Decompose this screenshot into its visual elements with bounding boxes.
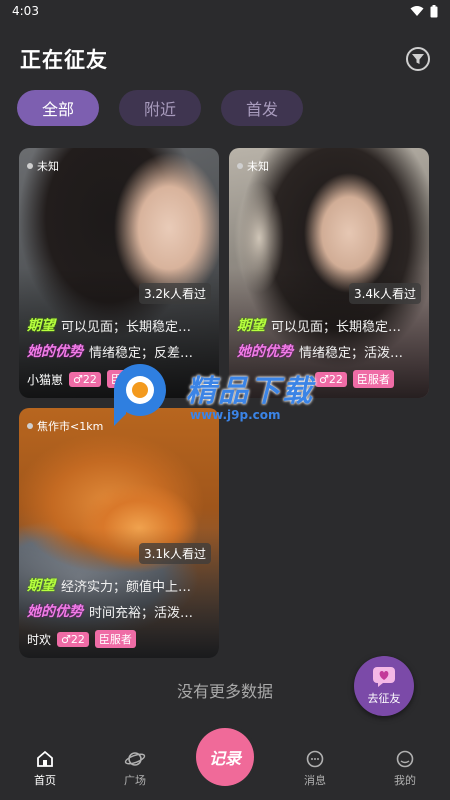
- location: 焦作市<1km: [27, 418, 103, 434]
- location-text: 未知: [247, 160, 269, 173]
- role-badge: 臣服者: [352, 370, 394, 388]
- hope-text: 可以见面；长期稳定…: [271, 319, 402, 335]
- status-bar: 4:03: [0, 0, 450, 22]
- profile-icon: [396, 750, 414, 768]
- advantage-tag: 她的优势: [237, 344, 293, 360]
- user-meta: ♂22 臣服者: [315, 370, 394, 388]
- nav-profile-label: 我的: [394, 774, 416, 787]
- role-badge: 臣服者: [106, 370, 148, 388]
- location: 未知: [237, 158, 269, 174]
- user-name: 时欢: [27, 632, 52, 647]
- view-count: 3.1k人看过: [138, 543, 211, 564]
- hope-tag: 期望: [27, 578, 55, 594]
- location: 未知: [27, 158, 59, 174]
- user-meta: 小猫崽 ♂22 臣服者: [27, 370, 148, 388]
- nav-home-label: 首页: [34, 774, 56, 787]
- advantage-tag: 她的优势: [27, 344, 83, 360]
- advantage-row: 她的优势 情绪稳定；活泼…: [237, 341, 423, 361]
- nav-home[interactable]: 首页: [0, 738, 90, 800]
- tab-first-release[interactable]: 首发: [221, 90, 303, 126]
- advantage-row: 她的优势 情绪稳定；反差…: [27, 341, 213, 361]
- user-name: 小猫崽: [27, 372, 64, 387]
- advantage-text: 时间充裕；活泼…: [89, 605, 194, 621]
- message-icon: [306, 750, 324, 768]
- page-header: 正在征友: [20, 42, 430, 76]
- page-title: 正在征友: [20, 48, 108, 72]
- advantage-tag: 她的优势: [27, 604, 83, 620]
- nav-messages[interactable]: 消息: [270, 738, 360, 800]
- find-partner-button[interactable]: 去征友: [354, 656, 414, 716]
- location-dot-icon: [27, 423, 33, 429]
- hope-row: 期望 可以见面；长期稳定…: [27, 315, 213, 335]
- age-value: 22: [82, 372, 97, 386]
- view-count: 3.2k人看过: [138, 283, 211, 304]
- age-value: 22: [328, 372, 343, 386]
- battery-icon: [430, 4, 438, 17]
- advantage-row: 她的优势 时间充裕；活泼…: [27, 601, 213, 621]
- hope-text: 经济实力；颜值中上…: [61, 579, 192, 595]
- heart-chat-icon: [373, 667, 395, 687]
- nav-profile[interactable]: 我的: [360, 738, 450, 800]
- nav-square[interactable]: 广场: [90, 738, 180, 800]
- tab-bar: 全部 附近 首发: [17, 90, 303, 126]
- hope-tag: 期望: [27, 318, 55, 334]
- profile-card[interactable]: 未知 3.2k人看过 期望 可以见面；长期稳定… 她的优势 情绪稳定；反差… 小猫崽…: [19, 148, 219, 398]
- hope-row: 期望 经济实力；颜值中上…: [27, 575, 213, 595]
- find-partner-label: 去征友: [367, 692, 401, 705]
- profile-card[interactable]: 未知 3.4k人看过 期望 可以见面；长期稳定… 她的优势 情绪稳定；活泼… ♂22…: [229, 148, 429, 398]
- age-badge: ♂22: [315, 371, 347, 387]
- location-text: 未知: [37, 160, 59, 173]
- filter-icon: [412, 54, 424, 64]
- age-badge: ♂22: [69, 371, 101, 387]
- role-badge: 臣服者: [94, 630, 136, 648]
- status-time: 4:03: [12, 4, 39, 18]
- advantage-text: 情绪稳定；活泼…: [299, 345, 404, 361]
- age-badge: ♂22: [57, 631, 89, 647]
- hope-tag: 期望: [237, 318, 265, 334]
- filter-button[interactable]: [406, 47, 430, 71]
- user-meta: 时欢 ♂22 臣服者: [27, 630, 136, 648]
- location-text: 焦作市<1km: [37, 420, 104, 433]
- nav-messages-label: 消息: [304, 774, 326, 787]
- tab-nearby[interactable]: 附近: [119, 90, 201, 126]
- home-icon: [37, 750, 53, 767]
- location-dot-icon: [237, 163, 243, 169]
- hope-text: 可以见面；长期稳定…: [61, 319, 192, 335]
- planet-icon: [124, 752, 146, 766]
- nav-square-label: 广场: [124, 774, 146, 787]
- wifi-icon: [410, 6, 424, 16]
- location-dot-icon: [27, 163, 33, 169]
- age-value: 22: [70, 632, 85, 646]
- hope-row: 期望 可以见面；长期稳定…: [237, 315, 423, 335]
- tab-all[interactable]: 全部: [17, 90, 99, 126]
- record-button[interactable]: 记录: [196, 728, 254, 786]
- view-count: 3.4k人看过: [348, 283, 421, 304]
- profile-card[interactable]: 焦作市<1km 3.1k人看过 期望 经济实力；颜值中上… 她的优势 时间充裕；活泼…: [19, 408, 219, 658]
- advantage-text: 情绪稳定；反差…: [89, 345, 194, 361]
- status-icons: [410, 4, 438, 18]
